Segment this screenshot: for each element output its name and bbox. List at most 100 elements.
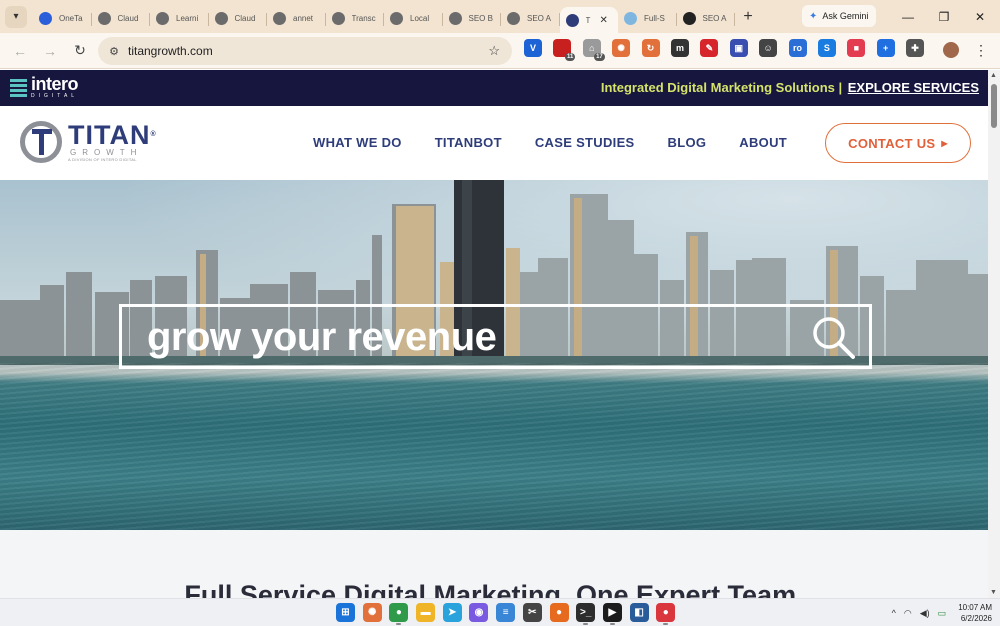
hero-search-text: grow your revenue <box>147 315 497 359</box>
ro-extension-icon[interactable]: ro <box>788 39 807 57</box>
browser-tab[interactable]: SEO B <box>443 6 502 32</box>
notepad-icon[interactable]: ≡ <box>496 603 516 622</box>
tab-label: Transc <box>351 14 376 23</box>
windows-start-icon[interactable]: ⊞ <box>336 603 355 622</box>
claude-app-icon[interactable]: ✺ <box>362 603 382 622</box>
browser-tab[interactable]: annet <box>267 6 326 32</box>
clock-time: 10:07 AM <box>958 603 992 612</box>
browser-tab[interactable]: Claud <box>209 6 268 32</box>
nav-link-blog[interactable]: BLOG <box>668 135 707 150</box>
close-tab-icon[interactable]: ✕ <box>600 15 608 26</box>
m-extension-icon[interactable]: m <box>670 39 689 57</box>
globe-icon <box>156 12 169 25</box>
refresh-extension-icon[interactable]: ↻ <box>641 39 660 57</box>
search-icon[interactable] <box>811 315 857 361</box>
browser-menu-icon[interactable]: ⋮ <box>970 39 992 61</box>
browser-tab[interactable]: SEO A <box>677 6 736 32</box>
titan-growth-logo[interactable]: TITAN® GROWTH A DIVISION OF INTERO DIGIT… <box>20 121 157 163</box>
browser-tab[interactable]: SEO A <box>501 6 560 32</box>
chrome-app-icon[interactable]: ● <box>389 603 409 625</box>
scroll-down-icon[interactable]: ▼ <box>990 589 997 596</box>
wifi-icon[interactable]: ◠ <box>904 608 912 619</box>
smiley-extension-icon[interactable]: ☺ <box>759 39 778 57</box>
address-bar[interactable]: ⚙ titangrowth.com ☆ <box>98 37 512 65</box>
browser-tab[interactable]: Full-S <box>618 6 677 32</box>
volume-icon[interactable]: ◀) <box>920 608 930 619</box>
back-button[interactable]: ← <box>6 37 34 65</box>
restore-button[interactable]: ❐ <box>926 0 962 33</box>
hero-search-box[interactable]: grow your revenue <box>119 304 872 369</box>
avatar <box>943 42 959 58</box>
tab-label: annet <box>293 14 314 23</box>
caret-right-icon: ▶ <box>941 138 948 148</box>
chrome-alt-app-icon[interactable]: ● <box>656 603 676 625</box>
copilot-icon[interactable]: ◉ <box>469 603 489 622</box>
minimize-button[interactable]: — <box>890 0 926 33</box>
home-extension-icon[interactable]: ⌂ 17 <box>582 39 605 61</box>
logo-tagline: A DIVISION OF INTERO DIGITAL <box>68 156 137 162</box>
claude-extension-icon[interactable]: ✺ <box>612 39 631 57</box>
media-player-icon[interactable]: ▶ <box>602 603 622 625</box>
vpn-extension-icon[interactable]: V <box>524 39 542 57</box>
close-window-button[interactable]: ✕ <box>962 0 998 33</box>
browser-tab[interactable]: Claud <box>92 6 151 32</box>
browser-tab[interactable]: Learni <box>150 6 209 32</box>
globe-icon <box>273 12 286 25</box>
page-icon <box>624 12 637 25</box>
nav-link-case-studies[interactable]: CASE STUDIES <box>535 135 635 150</box>
site-info-icon[interactable]: ⚙ <box>104 45 124 58</box>
battery-icon[interactable]: ▭ <box>938 608 947 619</box>
profile-avatar[interactable] <box>940 39 962 61</box>
plus-extension-icon[interactable]: + <box>876 39 895 57</box>
clock[interactable]: 10:07 AM 6/2/2026 <box>958 602 992 624</box>
terminal-icon[interactable]: >_ <box>576 603 596 625</box>
file-explorer-icon[interactable]: ▬ <box>416 603 436 622</box>
browser-tab[interactable]: Local <box>384 6 443 32</box>
pdf-extension-icon[interactable]: ✎ <box>700 39 719 57</box>
globe-icon <box>507 12 520 25</box>
page-scrollbar[interactable]: ▲ ▼ <box>988 70 1000 598</box>
tray-overflow-icon[interactable]: ^ <box>892 608 896 618</box>
section-heading: Full Service Digital Marketing. One Expe… <box>184 580 804 598</box>
telegram-icon[interactable]: ➤ <box>442 603 462 622</box>
browser-tab[interactable]: T ✕ <box>559 7 618 33</box>
url-text[interactable]: titangrowth.com <box>128 44 213 58</box>
tab-list: OneTa Claud Learni Claud annet Transc Local SEO… <box>33 0 759 33</box>
ask-gemini-button[interactable]: ✦ Ask Gemini <box>802 5 876 27</box>
snipping-tool-icon[interactable]: ✂ <box>522 603 542 622</box>
intero-logo[interactable]: intero DIGITAL <box>10 74 79 99</box>
globe-icon <box>97 12 111 25</box>
nav-link-titanbot[interactable]: TITANBOT <box>435 135 502 150</box>
banner-message: Integrated Digital Marketing Solutions |… <box>601 80 979 95</box>
scroll-up-icon[interactable]: ▲ <box>990 72 997 79</box>
system-tray: ^ ◠ ◀) ▭ 10:07 AM 6/2/2026 <box>892 599 992 626</box>
screenshot-extension-icon[interactable]: ▣ <box>729 39 748 57</box>
new-tab-button[interactable]: + <box>737 8 759 26</box>
tab-label: Claud <box>117 14 139 23</box>
ask-gemini-label: Ask Gemini <box>822 11 869 21</box>
bookmark-star-icon[interactable]: ☆ <box>488 43 500 59</box>
globe-icon <box>390 12 403 25</box>
reload-button[interactable]: ↻ <box>66 37 94 65</box>
browser-tab[interactable]: Transc <box>326 6 385 32</box>
explore-services-link[interactable]: EXPLORE SERVICES <box>848 80 979 95</box>
vscode-icon[interactable]: ◧ <box>629 603 649 622</box>
ublock-extension-icon[interactable]: 11 <box>553 39 576 61</box>
tab-label: T <box>585 15 591 25</box>
forward-button[interactable]: → <box>36 37 64 65</box>
nav-link-about[interactable]: ABOUT <box>739 135 787 150</box>
blue-circle-extension-icon[interactable]: S <box>817 39 836 57</box>
puzzle-extension-icon[interactable]: ✚ <box>906 39 925 57</box>
firefox-icon[interactable]: ● <box>549 603 569 622</box>
tab-search-button[interactable]: ▾ <box>5 5 27 28</box>
intero-subtitle: DIGITAL <box>31 93 79 99</box>
nav-link-what-we-do[interactable]: WHAT WE DO <box>313 135 402 150</box>
red-extension-icon[interactable]: ■ <box>847 39 866 57</box>
scroll-thumb[interactable] <box>991 84 997 128</box>
globe-icon <box>214 12 228 25</box>
contact-us-button[interactable]: CONTACT US ▶ <box>825 123 971 163</box>
intero-wordmark: intero <box>31 74 79 94</box>
lake-water <box>0 363 988 530</box>
browser-tab[interactable]: OneTa <box>33 6 92 32</box>
webpage: intero DIGITAL Integrated Digital Market… <box>0 70 988 598</box>
